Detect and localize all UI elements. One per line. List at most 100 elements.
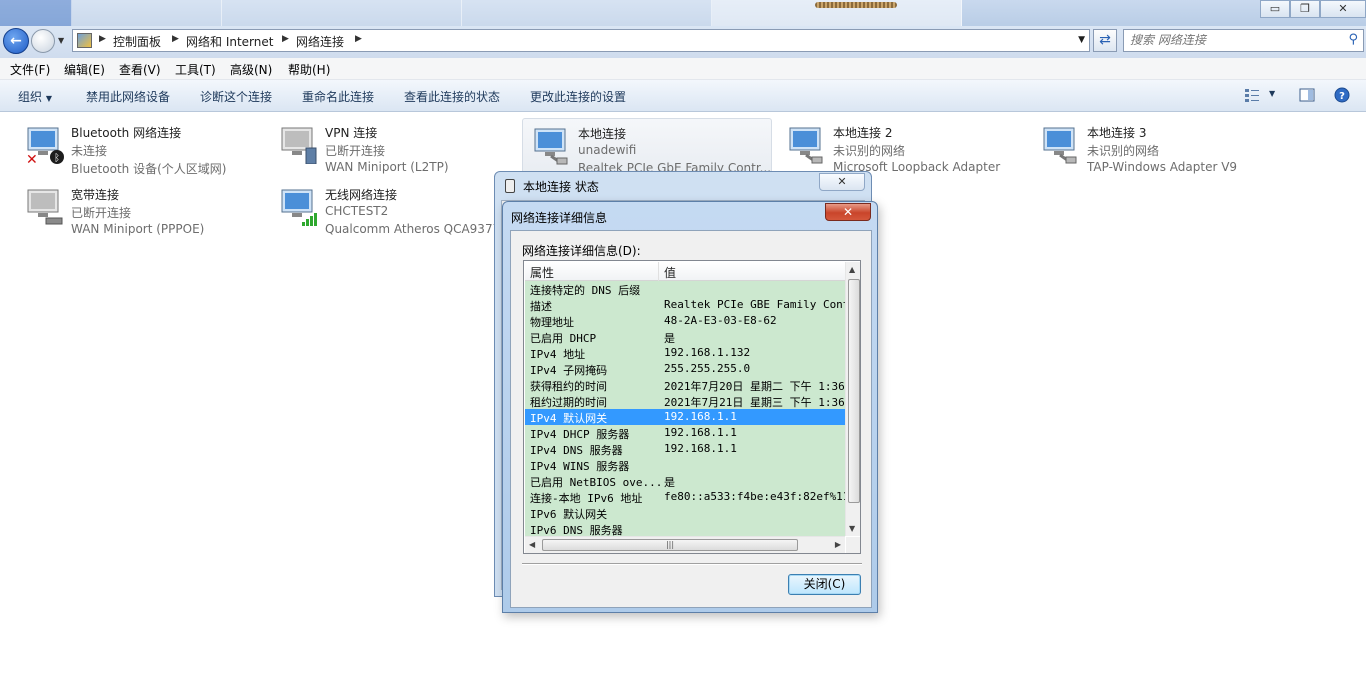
menu-help[interactable]: 帮助(H) [288, 61, 330, 78]
row-property: 已启用 NetBIOS ove... [530, 476, 663, 489]
list-row[interactable]: 连接-本地 IPv6 地址 fe80::a533:f4be:e43f:82ef%1… [525, 489, 845, 505]
list-row[interactable]: 描述 Realtek PCIe GBE Family Contro [525, 297, 845, 313]
connection-status: 未识别的网络 [1087, 144, 1160, 158]
connection-name: 本地连接 [578, 127, 627, 141]
disable-device-button[interactable]: 禁用此网络设备 [86, 88, 170, 105]
chevron-right-icon[interactable]: ▶ [282, 34, 289, 44]
search-input[interactable] [1130, 33, 1340, 47]
change-settings-button[interactable]: 更改此连接的设置 [530, 88, 626, 105]
menu-view[interactable]: 查看(V) [119, 61, 161, 78]
connection-status: unadewifi [578, 143, 637, 157]
horizontal-scrollbar[interactable]: ◀ ||| ▶ [525, 536, 845, 553]
address-dropdown-icon[interactable]: ▼ [1078, 35, 1085, 45]
status-window-title: 本地连接 状态 [523, 180, 599, 194]
list-row[interactable]: 已启用 DHCP 是 [525, 329, 845, 345]
list-row[interactable]: IPv4 WINS 服务器 [525, 457, 845, 473]
row-property: 连接-本地 IPv6 地址 [530, 492, 643, 505]
list-row[interactable]: IPv6 默认网关 [525, 505, 845, 521]
breadcrumb-network-connections[interactable]: 网络连接 [296, 33, 344, 50]
menu-tools[interactable]: 工具(T) [175, 61, 216, 78]
list-row[interactable]: IPv4 地址 192.168.1.132 [525, 345, 845, 361]
svg-text:?: ? [1339, 91, 1345, 102]
connection-name: 本地连接 2 [833, 126, 893, 140]
search-box[interactable]: ⚲ [1123, 29, 1364, 52]
breadcrumb-control-panel[interactable]: 控制面板 [113, 33, 161, 50]
refresh-button[interactable]: ⇄ [1093, 29, 1117, 52]
menu-advanced[interactable]: 高级(N) [230, 61, 272, 78]
chevron-right-icon[interactable]: ▶ [355, 34, 362, 44]
list-row[interactable]: IPv4 DHCP 服务器 192.168.1.1 [525, 425, 845, 441]
menu-bar: 文件(F) 编辑(E) 查看(V) 工具(T) 高级(N) 帮助(H) [0, 58, 1366, 80]
scroll-thumb[interactable]: ||| [542, 539, 798, 551]
menu-file[interactable]: 文件(F) [10, 61, 50, 78]
breadcrumb-network-internet[interactable]: 网络和 Internet [186, 33, 273, 50]
row-property: 租约过期的时间 [530, 396, 607, 409]
list-row[interactable]: IPv4 子网掩码 255.255.255.0 [525, 361, 845, 377]
forward-button[interactable] [31, 29, 55, 53]
view-options-icon[interactable] [1244, 87, 1260, 103]
history-dropdown-icon[interactable]: ▼ [58, 36, 64, 45]
scroll-thumb[interactable] [848, 279, 860, 503]
address-bar[interactable]: ▶ 控制面板 ▶ 网络和 Internet ▶ 网络连接 ▶ ▼ [72, 29, 1090, 52]
connection-name: 无线网络连接 [325, 188, 398, 202]
list-row[interactable]: IPv4 DNS 服务器 192.168.1.1 [525, 441, 845, 457]
separator [522, 563, 862, 565]
taskbar-tab[interactable] [462, 0, 712, 26]
chevron-right-icon[interactable]: ▶ [172, 34, 179, 44]
row-property: IPv6 默认网关 [530, 508, 608, 521]
column-divider[interactable] [658, 262, 659, 281]
broadband-network-icon [27, 189, 63, 225]
chevron-right-icon[interactable]: ▶ [99, 34, 106, 44]
organize-label: 组织 [18, 90, 43, 104]
preview-pane-icon[interactable] [1299, 87, 1315, 103]
taskbar-tab[interactable] [0, 0, 72, 26]
connection-item-local[interactable]: 本地连接 unadewifi Realtek PCIe GbE Family C… [522, 118, 772, 175]
dialog-close-button[interactable]: ✕ [825, 203, 871, 221]
minimize-button[interactable]: ▭ [1260, 0, 1290, 18]
taskbar-strip: ▭ ❐ ✕ [0, 0, 1366, 26]
details-list[interactable]: 属性 值 连接特定的 DNS 后缀 描述 Realtek PCIe GBE Fami… [523, 260, 861, 554]
view-status-button[interactable]: 查看此连接的状态 [404, 88, 500, 105]
taskbar-tab[interactable] [72, 0, 222, 26]
connection-device: WAN Miniport (L2TP) [325, 160, 449, 174]
connection-item-vpn[interactable]: VPN 连接 已断开连接 WAN Miniport (L2TP) [270, 118, 520, 174]
list-row[interactable]: 连接特定的 DNS 后缀 [525, 281, 845, 297]
connection-item-bluetooth[interactable]: ✕ ᛒ Bluetooth 网络连接 未连接 Bluetooth 设备(个人区域网… [16, 118, 266, 176]
drag-handle[interactable] [815, 2, 897, 8]
scroll-up-icon[interactable]: ▲ [849, 265, 855, 274]
vpn-network-icon [281, 127, 317, 164]
taskbar-tab[interactable] [222, 0, 462, 26]
connection-item-local-3[interactable]: 本地连接 3 未识别的网络 TAP-Windows Adapter V9 [1032, 118, 1282, 174]
column-header-property[interactable]: 属性 [530, 264, 554, 281]
maximize-button[interactable]: ❐ [1290, 0, 1320, 18]
back-button[interactable]: ← [3, 28, 29, 54]
organize-button[interactable]: 组织 ▼ [18, 88, 52, 105]
list-row[interactable]: IPv4 默认网关 192.168.1.1 [525, 409, 845, 425]
connection-item-local-2[interactable]: 本地连接 2 未识别的网络 Microsoft Loopback Adapter [778, 118, 1028, 174]
menu-edit[interactable]: 编辑(E) [64, 61, 105, 78]
row-property: 物理地址 [530, 316, 574, 329]
search-icon[interactable]: ⚲ [1348, 32, 1358, 47]
list-row[interactable]: IPv6 DNS 服务器 [525, 521, 845, 536]
status-close-button[interactable]: ✕ [819, 173, 865, 191]
list-header: 属性 值 [525, 262, 845, 281]
connection-item-broadband[interactable]: 宽带连接 已断开连接 WAN Miniport (PPPOE) [16, 180, 266, 236]
scroll-right-icon[interactable]: ▶ [835, 540, 841, 549]
close-button[interactable]: 关闭(C) [788, 574, 861, 595]
scroll-down-icon[interactable]: ▼ [849, 524, 855, 533]
vertical-scrollbar[interactable]: ▲ ▼ [845, 262, 860, 536]
dialog-body: 网络连接详细信息(D): 属性 值 连接特定的 DNS 后缀 描述 Realtek … [510, 230, 872, 608]
scroll-left-icon[interactable]: ◀ [529, 540, 535, 549]
diagnose-button[interactable]: 诊断这个连接 [200, 88, 272, 105]
list-row[interactable]: 物理地址 48-2A-E3-03-E8-62 [525, 313, 845, 329]
column-header-value[interactable]: 值 [664, 264, 676, 281]
chevron-down-icon[interactable]: ▼ [1269, 89, 1275, 98]
list-row[interactable]: 已启用 NetBIOS ove... 是 [525, 473, 845, 489]
help-icon[interactable]: ? [1334, 87, 1350, 103]
list-row[interactable]: 获得租约的时间 2021年7月20日 星期二 下午 1:36 [525, 377, 845, 393]
connection-item-wireless[interactable]: 无线网络连接 CHCTEST2 Qualcomm Atheros QCA9377 [270, 180, 520, 236]
close-window-button[interactable]: ✕ [1320, 0, 1366, 18]
connection-device: WAN Miniport (PPPOE) [71, 222, 205, 236]
list-row[interactable]: 租约过期的时间 2021年7月21日 星期三 下午 1:36 [525, 393, 845, 409]
rename-button[interactable]: 重命名此连接 [302, 88, 374, 105]
